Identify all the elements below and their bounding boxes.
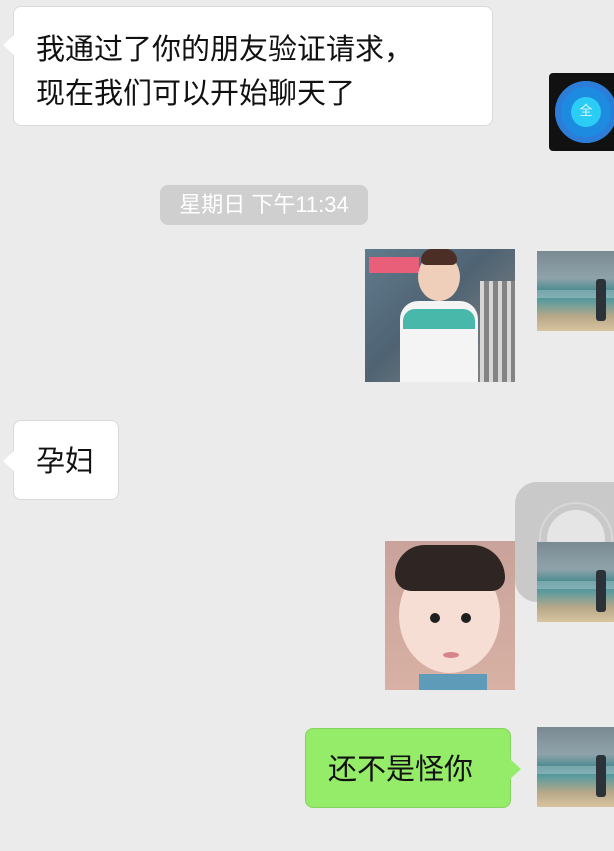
user-avatar-right-1[interactable] xyxy=(537,251,614,331)
chat-message-incoming-short: 孕妇 xyxy=(3,420,119,500)
crib-rails xyxy=(480,281,515,382)
chat-message-incoming-verification: 我通过了你的朋友验证请求， 现在我们可以开始聊天了 xyxy=(3,6,493,126)
user-avatar-right-3[interactable] xyxy=(537,727,614,807)
toddler-eye-right xyxy=(461,613,471,623)
bubble-tail-left xyxy=(3,35,14,55)
message-text-line-2: 现在我们可以开始聊天了 xyxy=(36,76,356,110)
bubble-tail-left xyxy=(3,451,14,471)
toddler-shirt-accent xyxy=(403,309,475,329)
person-silhouette xyxy=(596,755,606,797)
person-silhouette xyxy=(596,279,606,321)
bubble-tail-right xyxy=(510,759,521,779)
outgoing-image-message-toddler-face[interactable] xyxy=(385,541,515,690)
toddler-hair xyxy=(395,545,505,591)
person-silhouette xyxy=(596,570,606,612)
outgoing-image-message-toddler[interactable] xyxy=(365,249,515,382)
user-avatar-right-2[interactable] xyxy=(537,542,614,622)
toddler-eye-left xyxy=(430,613,440,623)
toddler-hair xyxy=(421,249,457,265)
message-text-line-1: 我通过了你的朋友验证请求， xyxy=(36,32,414,66)
timestamp-badge: 星期日 下午11:34 xyxy=(160,185,368,225)
avatar-center-icon: 全 xyxy=(571,97,601,127)
message-text: 还不是怪你 xyxy=(328,752,474,786)
chat-message-outgoing: 还不是怪你 xyxy=(305,728,521,808)
contact-avatar-top-right[interactable]: 全 xyxy=(549,73,614,151)
toddler-mouth xyxy=(443,652,459,658)
video-label-tag xyxy=(369,257,419,273)
message-text: 孕妇 xyxy=(36,444,95,478)
toddler-collar xyxy=(419,674,487,690)
